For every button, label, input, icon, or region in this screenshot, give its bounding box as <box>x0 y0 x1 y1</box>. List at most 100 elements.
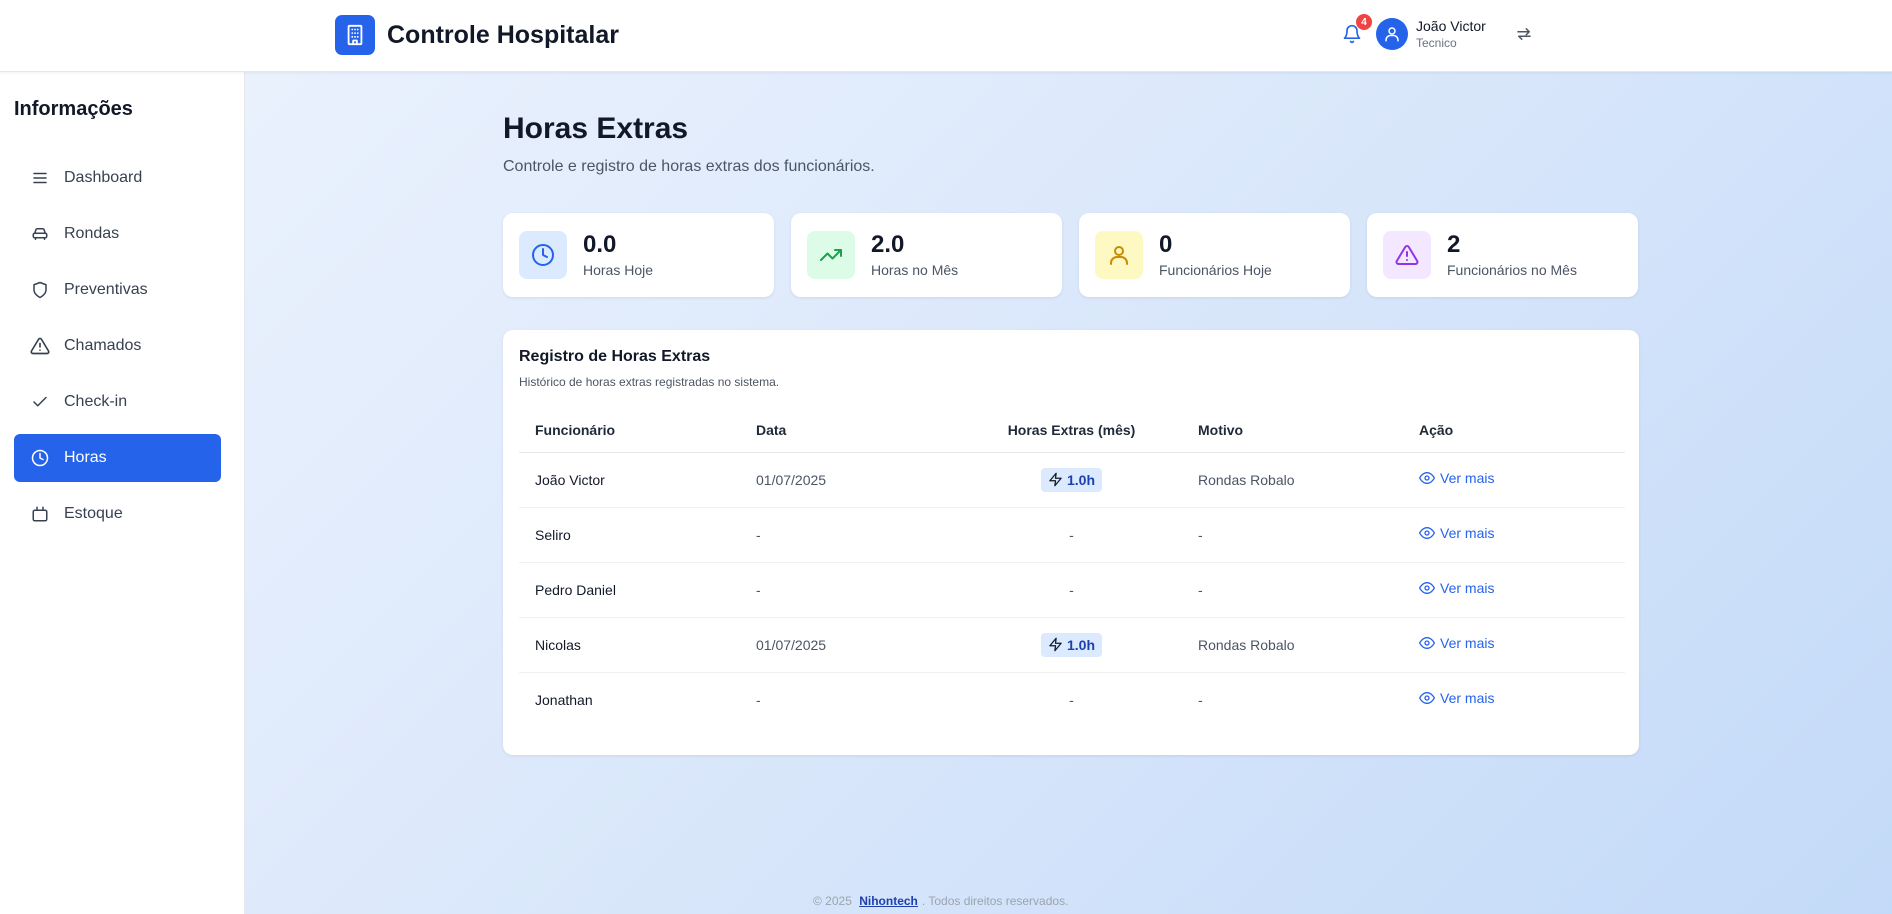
sidebar-item-dashboard[interactable]: Dashboard <box>14 154 221 202</box>
table-header-row: Funcionário Data Horas Extras (mês) Moti… <box>519 408 1625 453</box>
table-description: Histórico de horas extras registradas no… <box>519 375 780 389</box>
employee-name: Nicolas <box>519 617 740 673</box>
sidebar-item-label: Check-in <box>64 393 128 410</box>
sidebar-item-rondas[interactable]: Rondas <box>14 210 221 258</box>
view-more-link[interactable]: Ver mais <box>1419 690 1494 706</box>
employee-name: Pedro Daniel <box>519 562 740 618</box>
view-more-link[interactable]: Ver mais <box>1419 635 1494 651</box>
eye-icon <box>1419 582 1435 594</box>
action-cell: Ver mais <box>1403 617 1625 673</box>
reason-cell: - <box>1198 691 1203 708</box>
stats-row: 0.0 Horas Hoje 2.0 Horas no Mês 0 Funcio… <box>503 213 1655 297</box>
alert-triangle-icon <box>1383 231 1431 279</box>
stat-value: 2.0 <box>871 231 905 258</box>
reason-cell: Rondas Robalo <box>1182 452 1403 508</box>
table-row: Nicolas 01/07/2025 1.0h Rondas Robalo Ve… <box>519 617 1625 673</box>
stat-card-funcionarios-hoje: 0 Funcionários Hoje <box>1079 213 1350 297</box>
eye-icon <box>1419 472 1435 484</box>
view-more-label: Ver mais <box>1440 525 1495 541</box>
view-more-link[interactable]: Ver mais <box>1419 525 1494 541</box>
hours-badge: 1.0h <box>1040 632 1102 657</box>
sidebar-item-horas[interactable]: Horas <box>14 434 221 482</box>
stat-label: Funcionários Hoje <box>1159 262 1272 278</box>
sidebar: Informações Dashboard Rondas Preventivas… <box>0 72 245 914</box>
stat-label: Horas Hoje <box>583 262 654 278</box>
view-more-link[interactable]: Ver mais <box>1419 580 1494 596</box>
overtime-table-card: Registro de Horas Extras Histórico de ho… <box>503 330 1639 755</box>
view-more-link[interactable]: Ver mais <box>1419 470 1494 486</box>
date-cell: 01/07/2025 <box>740 452 961 508</box>
table-title: Registro de Horas Extras <box>519 348 711 365</box>
sidebar-item-label: Rondas <box>64 225 120 242</box>
stat-value: 2 <box>1447 231 1461 258</box>
brand[interactable]: Controle Hospitalar <box>335 15 619 55</box>
logout-icon <box>1517 28 1531 40</box>
date-cell: - <box>756 691 761 708</box>
stat-card-horas-mes: 2.0 Horas no Mês <box>791 213 1062 297</box>
box-icon <box>30 504 50 524</box>
user-icon <box>1385 27 1399 42</box>
column-header: Funcionário <box>519 408 740 453</box>
eye-icon <box>1419 527 1435 539</box>
eye-icon <box>1419 637 1435 649</box>
footer-company-link[interactable]: Nihontech <box>859 894 918 908</box>
trending-up-icon <box>807 231 855 279</box>
lightning-icon <box>1049 472 1062 487</box>
clock-icon <box>519 231 567 279</box>
hours-cell: 1.0h <box>961 617 1182 673</box>
sidebar-title: Informações <box>14 98 133 120</box>
table-row: Seliro - - - Ver mais <box>519 507 1625 563</box>
view-more-label: Ver mais <box>1440 470 1495 486</box>
page-subtitle: Controle e registro de horas extras dos … <box>503 158 875 175</box>
column-header: Motivo <box>1182 408 1403 453</box>
employee-name: Jonathan <box>535 691 593 708</box>
hours-value: 1.0h <box>1066 471 1095 488</box>
date-cell: 01/07/2025 <box>740 617 961 673</box>
reason-cell: Rondas Robalo <box>1182 617 1403 673</box>
column-header: Horas Extras (mês) <box>961 408 1182 453</box>
notification-badge: 4 <box>1356 14 1372 30</box>
app-title: Controle Hospitalar <box>387 20 619 49</box>
user-name: João Victor <box>1416 18 1486 34</box>
column-header: Ação <box>1403 408 1625 453</box>
stat-card-horas-hoje: 0.0 Horas Hoje <box>503 213 774 297</box>
footer-rights: . Todos direitos reservados. <box>921 894 1069 908</box>
hours-cell: 1.0h <box>961 452 1182 508</box>
stat-label: Horas no Mês <box>871 262 959 278</box>
lightning-icon <box>1049 637 1062 652</box>
action-cell: Ver mais <box>1403 507 1625 563</box>
date-cell: - <box>740 562 961 618</box>
user-icon <box>1095 231 1143 279</box>
footer: © 2025 Nihontech. Todos direitos reserva… <box>813 894 1068 908</box>
page-title: Horas Extras <box>503 112 689 145</box>
sidebar-item-label: Estoque <box>64 505 123 522</box>
view-more-label: Ver mais <box>1440 690 1495 707</box>
hours-badge: 1.0h <box>1040 467 1102 492</box>
view-more-label: Ver mais <box>1440 580 1495 596</box>
sidebar-item-preventivas[interactable]: Preventivas <box>14 266 221 314</box>
menu-icon <box>30 168 50 188</box>
user-info: João Victor Tecnico <box>1416 18 1486 50</box>
logout-button[interactable] <box>1512 22 1536 46</box>
avatar[interactable] <box>1376 18 1408 50</box>
top-header: Controle Hospitalar 4 João Victor Tecnic… <box>0 0 1892 72</box>
clock-icon <box>30 448 50 468</box>
table-row: Pedro Daniel - - - Ver mais <box>519 562 1625 618</box>
stat-value: 0 <box>1159 231 1173 258</box>
sidebar-item-chamados[interactable]: Chamados <box>14 322 221 370</box>
action-cell: Ver mais <box>1403 452 1625 508</box>
employee-name: João Victor <box>519 452 740 508</box>
stat-card-funcionarios-mes: 2 Funcionários no Mês <box>1367 213 1638 297</box>
footer-copyright: © 2025 <box>813 894 852 908</box>
sidebar-item-estoque[interactable]: Estoque <box>14 490 221 538</box>
sidebar-item-check-in[interactable]: Check-in <box>14 378 221 426</box>
action-cell: Ver mais <box>1403 672 1625 727</box>
stat-value: 0.0 <box>583 231 617 258</box>
hours-cell: - <box>1069 691 1074 708</box>
car-icon <box>30 224 50 244</box>
notifications-button[interactable]: 4 <box>1336 14 1372 52</box>
shield-icon <box>30 280 50 300</box>
employee-name: Seliro <box>519 507 740 563</box>
table-row: Jonathan - - - Ver mais <box>519 672 1625 727</box>
table-row: João Victor 01/07/2025 1.0h Rondas Robal… <box>519 452 1625 508</box>
